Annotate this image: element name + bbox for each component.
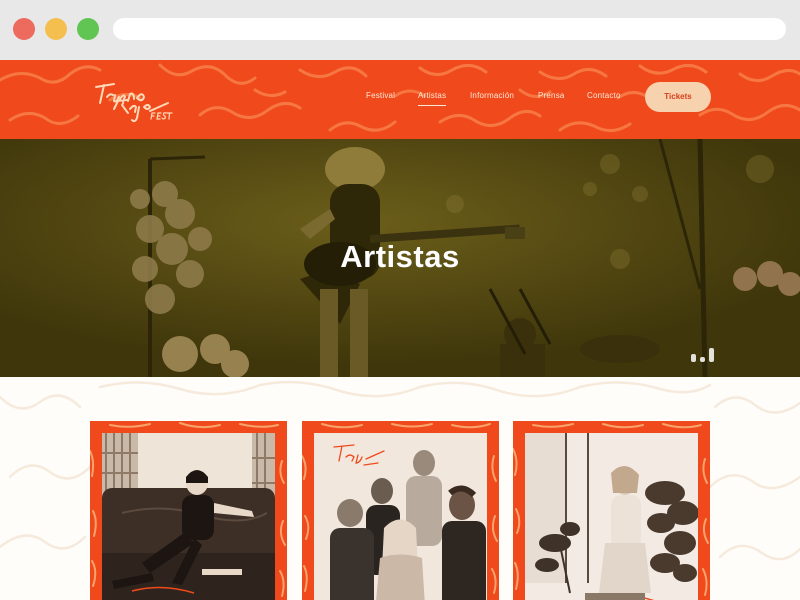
- close-window-button[interactable]: [13, 18, 35, 40]
- nav-link-festival[interactable]: Festival: [366, 91, 395, 100]
- artist-card[interactable]: [513, 421, 710, 600]
- site-header: Festival Artistas Información Prensa Con…: [0, 60, 800, 139]
- artist-photo-woman-with-plants: [525, 433, 698, 600]
- minimize-window-button[interactable]: [45, 18, 67, 40]
- artist-photo-woman-on-sofa: [102, 433, 275, 600]
- page-title: Artistas: [340, 239, 460, 274]
- browser-chrome: [0, 0, 800, 60]
- slider-bars-icon[interactable]: [691, 348, 719, 362]
- maximize-window-button[interactable]: [77, 18, 99, 40]
- artists-section: [0, 377, 800, 600]
- nav-link-artistas[interactable]: Artistas: [418, 91, 447, 106]
- artist-card[interactable]: [302, 421, 499, 600]
- hero-banner: Artistas: [0, 139, 800, 377]
- address-bar[interactable]: [113, 18, 786, 40]
- artist-card[interactable]: [90, 421, 287, 600]
- nav-link-prensa[interactable]: Prensa: [538, 91, 565, 100]
- tickets-button[interactable]: Tickets: [645, 82, 711, 112]
- nav-link-contacto[interactable]: Contacto: [587, 91, 621, 100]
- nav-link-informacion[interactable]: Información: [470, 91, 514, 100]
- artist-photo-band-group: [314, 433, 487, 600]
